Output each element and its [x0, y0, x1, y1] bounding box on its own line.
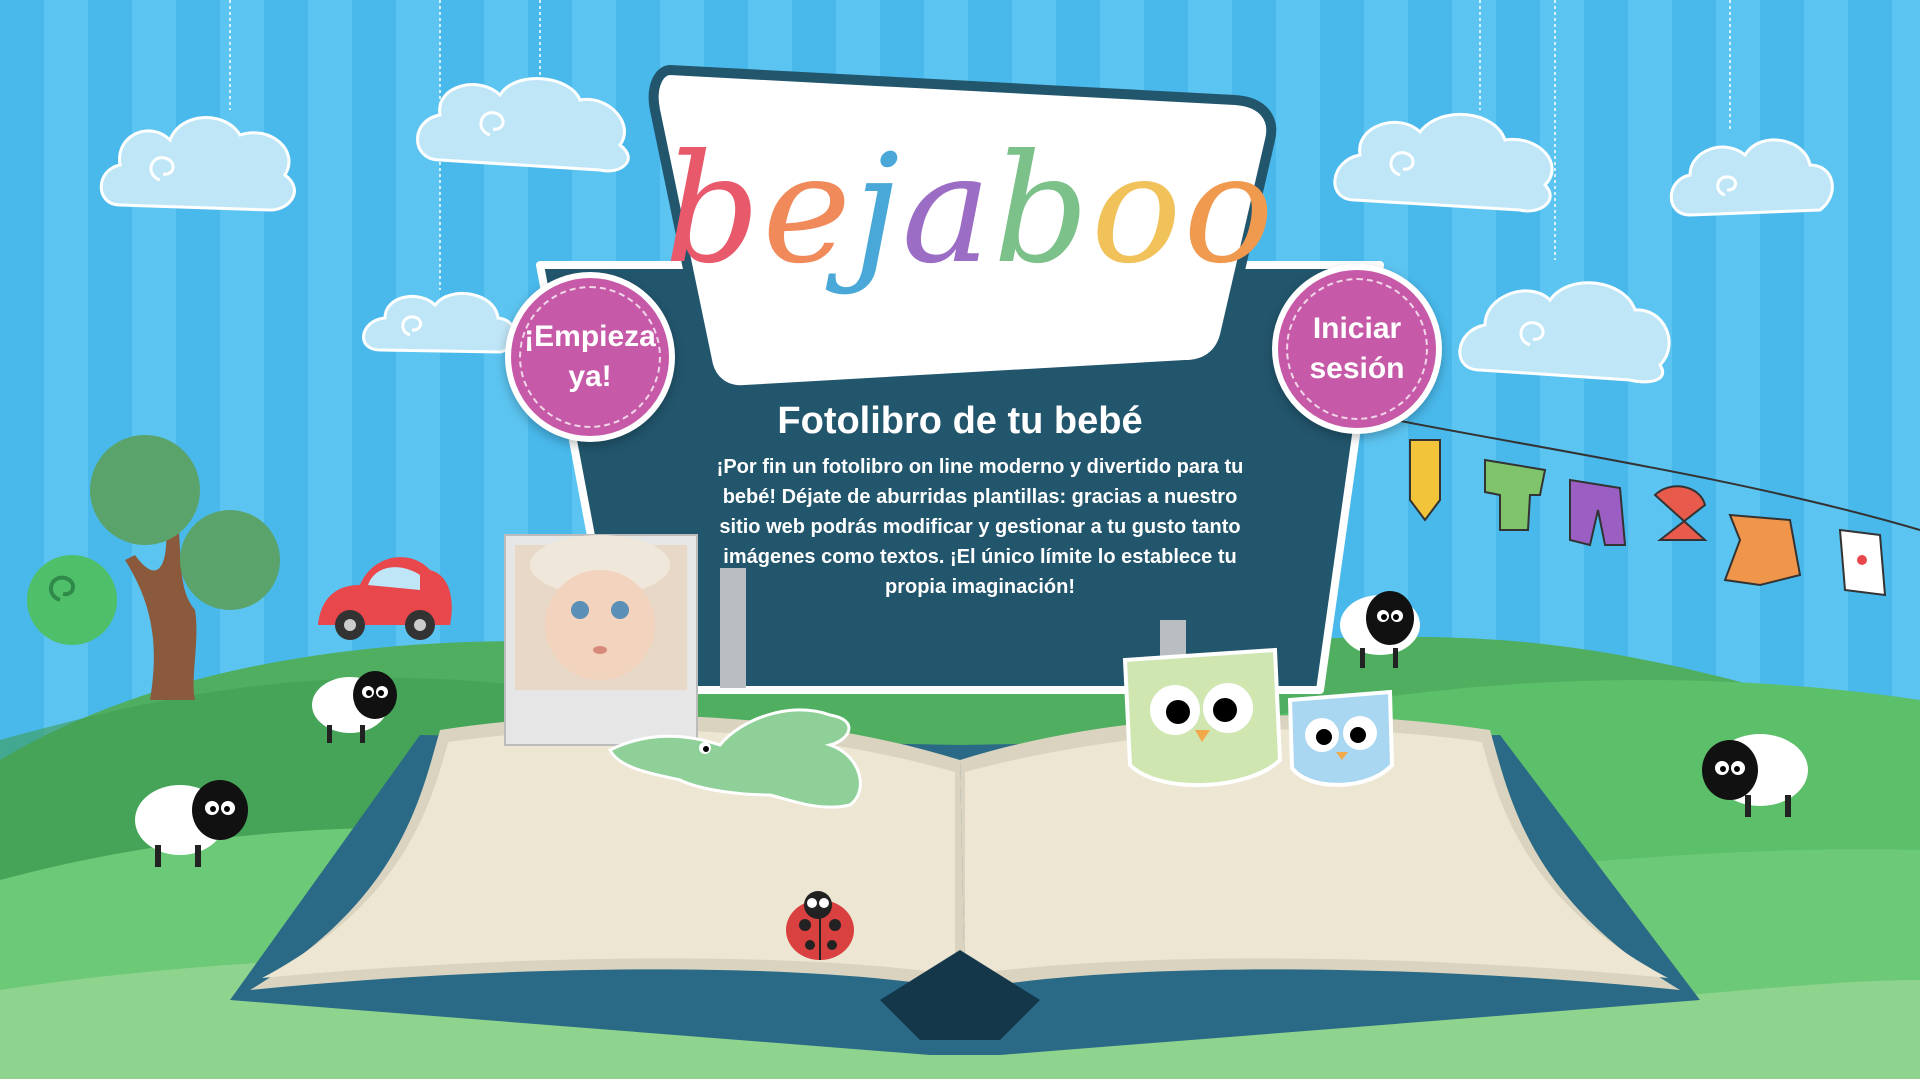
owl-icon	[1122, 647, 1283, 788]
owl-icon	[1287, 689, 1395, 787]
open-book-icon	[230, 534, 1700, 1055]
baby-photo	[504, 534, 1186, 746]
landing-scene: b e j a b o o Fotolibro de tu bebé ¡Por …	[0, 0, 1920, 1079]
